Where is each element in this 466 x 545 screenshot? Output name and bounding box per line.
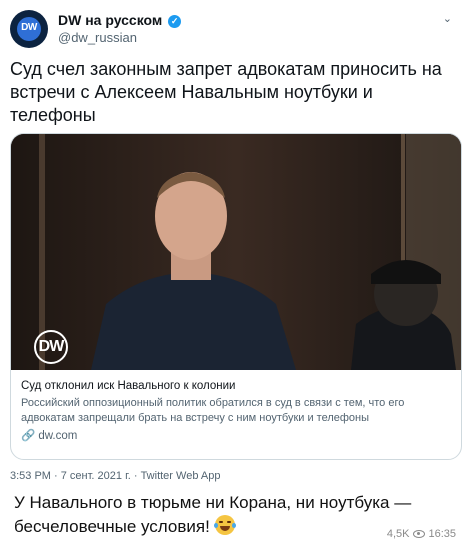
tweet-timestamp[interactable]: 3:53 PM · 7 сент. 2021 г. · Twitter Web … (10, 470, 220, 482)
account-name-row[interactable]: DW на русском ✓ (58, 12, 182, 28)
dw-logo-text: DW (38, 338, 65, 355)
message-time: 16:35 (428, 528, 456, 540)
card-body: Суд отклонил иск Навального к колонии Ро… (21, 378, 455, 444)
avatar-logo-text: DW (21, 22, 37, 33)
verified-badge-icon: ✓ (168, 14, 182, 28)
laughing-emoji-icon (213, 515, 236, 535)
card-photo: DW (11, 134, 461, 370)
link-icon: 🔗 (21, 430, 36, 442)
tweet-text: Суд счел законным запрет адвокатам прино… (10, 59, 442, 125)
message-stats: 4,5K 16:35 (387, 528, 456, 540)
more-options-icon[interactable]: ⌄ (443, 12, 452, 25)
link-preview-card[interactable]: DW Суд отклонил иск Навального к колонии… (10, 133, 462, 460)
caption-text: У Навального в тюрьме ни Корана, ни ноут… (14, 493, 412, 536)
dw-watermark-logo: DW (23, 330, 79, 364)
account-handle[interactable]: @dw_russian (58, 30, 137, 45)
card-domain: dw.com (38, 430, 78, 442)
card-title: Суд отклонил иск Навального к колонии (21, 380, 236, 392)
card-description: Российский оппозиционный политик обратил… (21, 397, 405, 424)
account-name[interactable]: DW на русском (58, 12, 162, 28)
views-count: 4,5K (386, 528, 410, 540)
card-domain-row: 🔗 dw.com (21, 428, 455, 444)
eye-icon (413, 530, 426, 538)
account-avatar[interactable]: DW (10, 10, 48, 48)
